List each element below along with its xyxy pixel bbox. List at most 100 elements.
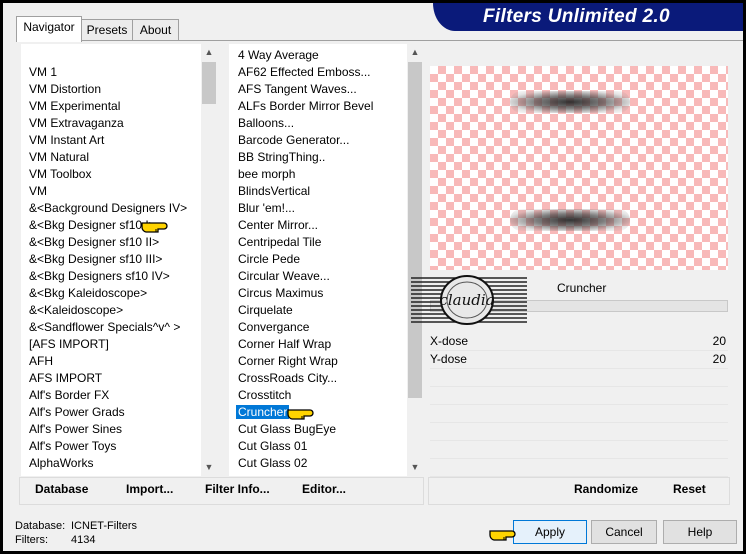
list-item-label: Centripedal Tile <box>238 235 322 249</box>
list-item[interactable]: &<Bkg Kaleidoscope> <box>29 285 147 302</box>
list-item[interactable]: AFS IMPORT <box>29 370 102 387</box>
list-item-label: Convergance <box>238 320 310 334</box>
list-item[interactable]: Circle Pede <box>238 251 300 268</box>
list-item[interactable]: Circus Maximus <box>238 285 323 302</box>
filter-info-button[interactable]: Filter Info... <box>205 482 270 496</box>
tab-about[interactable]: About <box>132 19 179 41</box>
param-value[interactable]: 20 <box>713 352 726 366</box>
list-item[interactable]: AlphaWorks <box>29 455 93 472</box>
list-item-label: &<Background Designers IV> <box>29 201 188 215</box>
list-item-label: Blur 'em!... <box>238 201 295 215</box>
list-item[interactable]: VM Toolbox <box>29 166 91 183</box>
param-row-empty <box>430 459 728 477</box>
list-item[interactable]: AF62 Effected Emboss... <box>238 64 371 81</box>
filter-scrollbar[interactable]: ▲ ▼ <box>407 44 423 476</box>
tab-presets[interactable]: Presets <box>80 19 134 41</box>
param-row-empty <box>430 369 728 387</box>
list-item[interactable]: Convergance <box>238 319 309 336</box>
list-item[interactable]: BlindsVertical <box>238 183 310 200</box>
list-item[interactable]: bee morph <box>238 166 295 183</box>
import-button[interactable]: Import... <box>126 482 173 496</box>
list-item[interactable]: 4 Way Average <box>238 47 319 64</box>
list-item[interactable]: Circular Weave... <box>238 268 330 285</box>
title-banner: Filters Unlimited 2.0 <box>433 3 743 31</box>
list-item[interactable]: Cut Glass 02 <box>238 455 307 472</box>
list-item[interactable]: VM 1 <box>29 64 57 81</box>
randomize-button[interactable]: Randomize <box>574 482 638 496</box>
list-item-label: Circus Maximus <box>238 286 324 300</box>
scroll-up-arrow-icon[interactable]: ▲ <box>407 44 423 61</box>
list-item-label: Corner Right Wrap <box>238 354 338 368</box>
param-row-empty <box>430 441 728 459</box>
list-item[interactable]: Alf's Border FX <box>29 387 109 404</box>
list-item[interactable]: AFH <box>29 353 53 370</box>
list-item[interactable]: Alf's Power Toys <box>29 438 116 455</box>
param-row-x-dose[interactable]: X-dose 20 <box>430 333 728 351</box>
cancel-button[interactable]: Cancel <box>591 520 657 544</box>
param-row-y-dose[interactable]: Y-dose 20 <box>430 351 728 369</box>
list-item[interactable]: &<Bkg Designer sf10 I> <box>29 217 156 234</box>
list-item-label: VM Distortion <box>29 82 102 96</box>
scroll-down-arrow-icon[interactable]: ▼ <box>201 459 217 476</box>
list-item-label: Circular Weave... <box>238 269 330 283</box>
list-item-label: &<Bkg Kaleidoscope> <box>29 286 148 300</box>
help-button[interactable]: Help <box>663 520 737 544</box>
list-item-label: VM Natural <box>29 150 90 164</box>
list-item-label: VM 1 <box>29 65 58 79</box>
list-item[interactable]: [AFS IMPORT] <box>29 336 109 353</box>
database-button[interactable]: Database <box>35 482 88 496</box>
list-item[interactable]: VM Instant Art <box>29 132 104 149</box>
list-item[interactable]: Alf's Power Sines <box>29 421 122 438</box>
list-item[interactable]: CrossRoads City... <box>238 370 337 387</box>
list-item[interactable]: Alf's Power Grads <box>29 404 125 421</box>
list-item[interactable]: VM Experimental <box>29 98 120 115</box>
scroll-up-arrow-icon[interactable]: ▲ <box>201 44 217 61</box>
list-item[interactable]: &<Sandflower Specials^v^ > <box>29 319 180 336</box>
list-item-label: VM Toolbox <box>29 167 92 181</box>
list-item[interactable]: Corner Half Wrap <box>238 336 331 353</box>
list-item[interactable]: VM Distortion <box>29 81 101 98</box>
watermark-text: claudia <box>439 291 494 309</box>
list-item-label: VM Extravaganza <box>29 116 124 130</box>
editor-button[interactable]: Editor... <box>302 482 346 496</box>
list-item[interactable]: VM <box>29 183 47 200</box>
list-item[interactable]: Barcode Generator... <box>238 132 349 149</box>
list-item[interactable]: Cruncher <box>236 404 290 421</box>
scroll-down-arrow-icon[interactable]: ▼ <box>407 459 423 476</box>
list-item[interactable]: Center Mirror... <box>238 217 318 234</box>
list-item[interactable]: &<Bkg Designers sf10 IV> <box>29 268 170 285</box>
list-item[interactable]: VM Extravaganza <box>29 115 124 132</box>
filter-scroll-thumb[interactable] <box>408 62 422 398</box>
list-item[interactable]: Corner Right Wrap <box>238 353 338 370</box>
list-item[interactable]: &<Background Designers IV> <box>29 200 187 217</box>
tab-navigator[interactable]: Navigator <box>16 16 82 42</box>
filter-list[interactable]: 4 Way Average AF62 Effected Emboss... AFS … <box>229 44 423 476</box>
list-item-label: Cut Glass 02 <box>238 456 308 470</box>
list-item-label: AFH <box>29 354 53 368</box>
current-filter-name: Cruncher <box>557 281 607 295</box>
list-item[interactable]: ALFs Border Mirror Bevel <box>238 98 373 115</box>
list-item[interactable]: Cirquelate <box>238 302 293 319</box>
reset-button[interactable]: Reset <box>673 482 706 496</box>
list-item[interactable]: Cut Glass 01 <box>238 438 307 455</box>
list-item[interactable]: Blur 'em!... <box>238 200 295 217</box>
list-item-label: Crosstitch <box>238 388 292 402</box>
list-item[interactable]: Crosstitch <box>238 387 291 404</box>
list-item-label: Circle Pede <box>238 252 301 266</box>
category-scrollbar[interactable]: ▲ ▼ <box>201 44 217 476</box>
list-item-label: &<Kaleidoscope> <box>29 303 124 317</box>
list-item[interactable]: BB StringThing.. <box>238 149 325 166</box>
param-value[interactable]: 20 <box>713 334 726 348</box>
database-value: ICNET-Filters <box>71 520 137 532</box>
list-item[interactable]: Balloons... <box>238 115 294 132</box>
list-item[interactable]: &<Bkg Designer sf10 III> <box>29 251 162 268</box>
pointing-hand-icon <box>488 525 526 546</box>
list-item[interactable]: &<Kaleidoscope> <box>29 302 123 319</box>
preview-image <box>430 66 728 270</box>
list-item-label: Cut Glass 01 <box>238 439 308 453</box>
list-item[interactable]: AFS Tangent Waves... <box>238 81 357 98</box>
list-item[interactable]: Centripedal Tile <box>238 234 321 251</box>
category-scroll-thumb[interactable] <box>202 62 216 104</box>
list-item[interactable]: VM Natural <box>29 149 89 166</box>
category-list[interactable]: VM 1 VM Distortion VM Experimental VM Extra… <box>21 44 217 476</box>
